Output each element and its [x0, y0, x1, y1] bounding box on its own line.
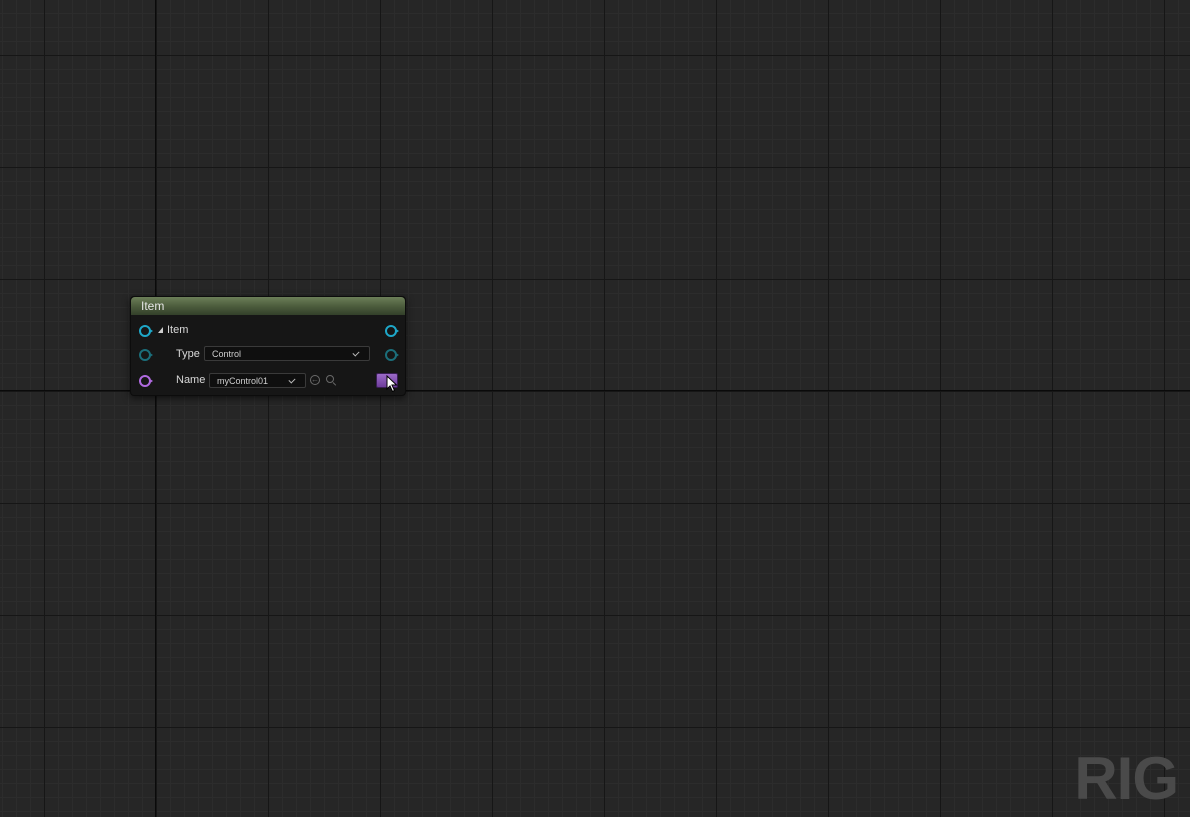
item-output-pin[interactable] — [385, 325, 399, 337]
item-struct-row: Item — [131, 320, 405, 340]
chevron-down-icon — [288, 376, 296, 384]
chevron-down-icon — [352, 349, 360, 357]
name-label: Name — [176, 374, 206, 386]
watermark-logo: RIG — [1074, 745, 1179, 812]
node-title[interactable]: Item — [131, 297, 405, 315]
item-label: Item — [167, 324, 189, 336]
type-row: Type Control — [131, 344, 405, 364]
name-row: Name myControl01 ← — [131, 370, 405, 390]
item-node[interactable]: Item Item Type Control Name myControl01 … — [130, 296, 406, 396]
name-input-pin[interactable] — [139, 375, 153, 387]
name-dropdown[interactable]: myControl01 — [209, 373, 306, 388]
graph-origin-vertical-line — [155, 0, 156, 817]
item-input-pin[interactable] — [139, 325, 153, 337]
type-output-pin[interactable] — [385, 349, 399, 361]
type-dropdown[interactable]: Control — [204, 346, 370, 361]
type-input-pin[interactable] — [139, 349, 153, 361]
type-label: Type — [176, 348, 200, 360]
type-dropdown-value: Control — [212, 349, 242, 359]
mouse-cursor-icon — [386, 375, 398, 393]
reset-to-default-icon[interactable]: ← — [310, 375, 320, 385]
expand-triangle-icon[interactable] — [158, 327, 163, 333]
search-icon[interactable] — [326, 375, 338, 387]
name-dropdown-value: myControl01 — [217, 376, 269, 386]
